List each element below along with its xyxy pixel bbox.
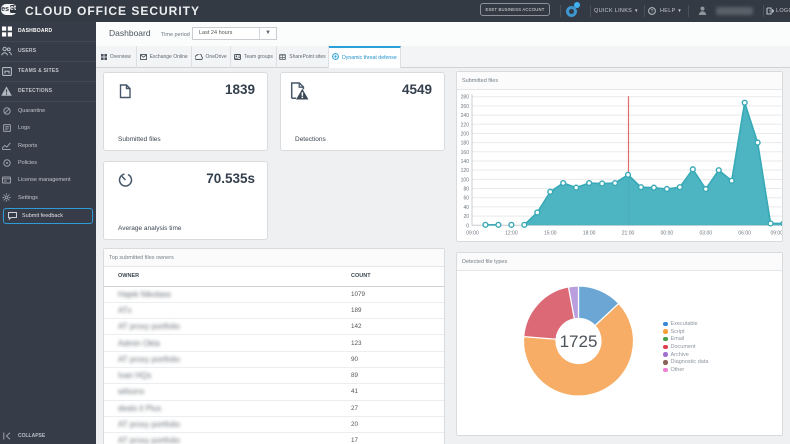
svg-text:12:00: 12:00: [505, 230, 518, 236]
svg-text:260: 260: [461, 104, 470, 110]
svg-text:200: 200: [461, 131, 470, 137]
svg-text:140: 140: [461, 159, 470, 165]
svg-text:00:00: 00:00: [661, 230, 674, 236]
svg-text:15:00: 15:00: [544, 230, 557, 236]
svg-text:1725: 1725: [560, 332, 598, 351]
svg-text:280: 280: [461, 95, 470, 101]
svg-text:21:00: 21:00: [622, 230, 635, 236]
svg-text:120: 120: [461, 168, 470, 174]
svg-text:?: ?: [651, 9, 654, 15]
svg-text:220: 220: [461, 122, 470, 128]
svg-text:240: 240: [461, 113, 470, 119]
svg-text:180: 180: [461, 141, 470, 147]
svg-text:40: 40: [463, 205, 469, 211]
svg-text:0: 0: [466, 223, 469, 229]
svg-text:09:00: 09:00: [466, 230, 479, 236]
svg-text:160: 160: [461, 150, 470, 156]
svg-text:60: 60: [463, 196, 469, 202]
svg-text:09:00: 09:00: [770, 230, 782, 236]
svg-text:03:00: 03:00: [700, 230, 713, 236]
svg-text:20: 20: [463, 214, 469, 220]
svg-text:06:00: 06:00: [738, 230, 751, 236]
svg-text:80: 80: [463, 187, 469, 193]
svg-text:100: 100: [461, 177, 470, 183]
svg-text:18:00: 18:00: [583, 230, 596, 236]
